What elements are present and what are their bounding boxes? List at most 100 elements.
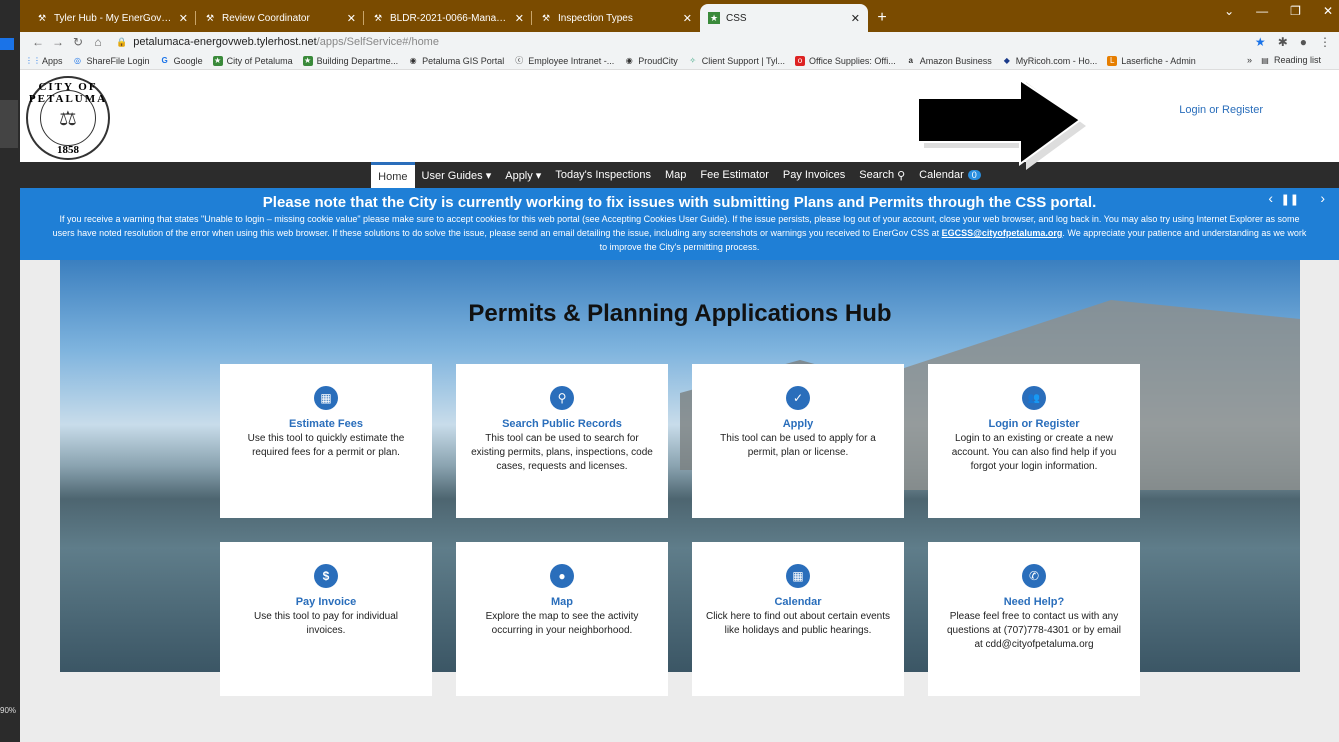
prev-slide-icon[interactable]: ‹	[1268, 190, 1273, 206]
star-icon: ★	[302, 55, 313, 66]
bookmark-google[interactable]: G Google	[160, 56, 202, 66]
sharefile-icon: ◎	[74, 56, 81, 65]
calculator-icon: ▦	[314, 386, 338, 410]
map-marker-icon: ●	[550, 564, 574, 588]
clipboard-check-icon: ✓	[786, 386, 810, 410]
hammer-icon: ⚒	[541, 12, 551, 23]
pause-icon[interactable]: ❚❚	[1281, 193, 1299, 206]
city-seal-logo[interactable]: CITY OF PETALUMA ⚖ 1858	[26, 76, 110, 160]
tab-css[interactable]: ★ CSS ✕	[700, 4, 868, 32]
card-apply[interactable]: ✓ Apply This tool can be used to apply f…	[692, 364, 904, 518]
tyler-icon: ✧	[689, 56, 697, 65]
nav-pay-invoices[interactable]: Pay Invoices	[776, 162, 852, 188]
bookmark-sharefile[interactable]: ◎ ShareFile Login	[73, 56, 150, 66]
hero-title: Permits & Planning Applications Hub	[468, 300, 892, 327]
star-icon: ★	[212, 55, 223, 66]
office-depot-icon: o	[795, 55, 805, 66]
bookmark-myricoh[interactable]: ◆ MyRicoh.com - Ho...	[1002, 56, 1098, 66]
browser-window: ⚒ Tyler Hub - My EnerGov Home ✕ ⚒ Review…	[20, 0, 1339, 742]
bookmark-gis[interactable]: ◉ Petaluma GIS Portal	[408, 56, 505, 66]
close-icon[interactable]: ✕	[851, 12, 860, 25]
zoom-indicator: 90%	[0, 706, 17, 715]
egcss-email-link[interactable]: EGCSS@cityofpetaluma.org	[942, 228, 1063, 238]
url-field[interactable]: 🔒 petalumaca-energovweb.tylerhost.net/ap…	[116, 36, 1255, 48]
new-tab-button[interactable]: +	[868, 4, 896, 32]
next-slide-icon[interactable]: ›	[1320, 190, 1325, 206]
nav-todays-inspections[interactable]: Today's Inspections	[548, 162, 658, 188]
bookmarks-bar: ⋮⋮ Apps ◎ ShareFile Login G Google ★ City of…	[20, 52, 1339, 70]
hammer-icon: ⚒	[205, 12, 215, 23]
users-icon: 👥	[1022, 386, 1046, 410]
notice-title: Please note that the City is currently w…	[262, 194, 1097, 211]
window-controls: ⌄ — ❐ ✕	[1224, 4, 1333, 18]
close-icon[interactable]: ✕	[515, 12, 524, 25]
search-icon: ⚲	[897, 169, 906, 182]
bookmark-laserfiche[interactable]: L Laserfiche - Admin	[1107, 55, 1196, 66]
nav-search[interactable]: Search ⚲	[852, 162, 912, 188]
calendar-icon: ▦	[786, 564, 810, 588]
back-icon[interactable]: ←	[28, 35, 48, 49]
page-content: CITY OF PETALUMA ⚖ 1858 Login or Registe…	[20, 70, 1339, 742]
more-bookmarks-icon[interactable]: »	[1247, 55, 1252, 65]
hammer-icon: ⚒	[37, 12, 47, 23]
notice-banner: ‹ ❚❚ › Please note that the City is curr…	[20, 188, 1339, 260]
card-search-public-records[interactable]: ⚲ Search Public Records This tool can be…	[456, 364, 668, 518]
tab-inspection-types[interactable]: ⚒ Inspection Types ✕	[532, 4, 700, 32]
minimize-icon[interactable]: —	[1256, 4, 1268, 18]
bookmark-proudcity[interactable]: ◉ ProudCity	[624, 56, 678, 66]
reading-list-button[interactable]: ▤ Reading list	[1260, 55, 1321, 65]
apps-grid-icon: ⋮⋮	[25, 56, 41, 65]
tab-manage-permit[interactable]: ⚒ BLDR-2021-0066-Manage Permit ✕	[364, 4, 532, 32]
os-side-strip: 90%	[0, 0, 20, 742]
menu-icon[interactable]: ⋮	[1319, 35, 1331, 49]
forward-icon[interactable]: →	[48, 35, 68, 49]
login-register-link[interactable]: Login or Register	[1179, 104, 1263, 116]
reading-list-icon: ▤	[1261, 55, 1269, 65]
nav-map[interactable]: Map	[658, 162, 693, 188]
globe-icon: ◉	[409, 56, 417, 65]
close-window-icon[interactable]: ✕	[1323, 4, 1333, 18]
chevron-down-icon[interactable]: ⌄	[1224, 4, 1234, 18]
dollar-icon: $	[314, 564, 338, 588]
card-login-register[interactable]: 👥 Login or Register Login to an existing…	[928, 364, 1140, 518]
bookmark-office-supplies[interactable]: o Office Supplies: Offi...	[795, 55, 896, 66]
card-estimate-fees[interactable]: ▦ Estimate Fees Use this tool to quickly…	[220, 364, 432, 518]
phone-icon: ✆	[1022, 564, 1046, 588]
reload-icon[interactable]: ↻	[68, 35, 88, 49]
nav-home[interactable]: Home	[371, 162, 415, 188]
tab-tyler-hub[interactable]: ⚒ Tyler Hub - My EnerGov Home ✕	[28, 4, 196, 32]
card-map[interactable]: ● Map Explore the map to see the activit…	[456, 542, 668, 696]
nav-user-guides[interactable]: User Guides ▾	[415, 162, 499, 188]
os-collapse-tab[interactable]	[0, 100, 18, 148]
restore-icon[interactable]: ❐	[1290, 4, 1301, 18]
bookmark-amazon[interactable]: a Amazon Business	[906, 56, 991, 66]
close-icon[interactable]: ✕	[179, 12, 188, 25]
close-icon[interactable]: ✕	[683, 12, 692, 25]
nav-apply[interactable]: Apply ▾	[498, 162, 548, 188]
card-pay-invoice[interactable]: $ Pay Invoice Use this tool to pay for i…	[220, 542, 432, 696]
card-calendar[interactable]: ▦ Calendar Click here to find out about …	[692, 542, 904, 696]
laserfiche-icon: L	[1107, 55, 1118, 66]
google-icon: G	[161, 56, 168, 65]
tab-review-coordinator[interactable]: ⚒ Review Coordinator ✕	[196, 4, 364, 32]
calendar-count-badge: 0	[967, 170, 981, 180]
address-bar: ← → ↻ ⌂ 🔒 petalumaca-energovweb.tylerhos…	[20, 32, 1339, 52]
bookmark-apps[interactable]: ⋮⋮ Apps	[25, 56, 63, 66]
home-icon[interactable]: ⌂	[88, 35, 108, 49]
bookmark-client-support[interactable]: ✧ Client Support | Tyl...	[688, 56, 785, 66]
extensions-icon[interactable]: ✱	[1278, 35, 1288, 49]
bookmark-city[interactable]: ★ City of Petaluma	[212, 55, 293, 66]
bookmark-intranet[interactable]: ⓒ Employee Intranet -...	[514, 56, 614, 66]
profile-icon[interactable]: ●	[1300, 35, 1307, 49]
bookmark-star-icon[interactable]: ★	[1255, 35, 1266, 49]
amazon-icon: a	[908, 56, 913, 65]
nav-fee-estimator[interactable]: Fee Estimator	[693, 162, 775, 188]
bookmark-building[interactable]: ★ Building Departme...	[302, 55, 398, 66]
lock-icon[interactable]: 🔒	[116, 37, 127, 48]
card-need-help[interactable]: ✆ Need Help? Please feel free to contact…	[928, 542, 1140, 696]
ricoh-icon: ◆	[1003, 56, 1010, 65]
close-icon[interactable]: ✕	[347, 12, 356, 25]
site-header: CITY OF PETALUMA ⚖ 1858 Login or Registe…	[20, 70, 1339, 170]
main-nav: Home User Guides ▾ Apply ▾ Today's Inspe…	[20, 162, 1339, 188]
os-blue-tab[interactable]	[0, 38, 14, 50]
